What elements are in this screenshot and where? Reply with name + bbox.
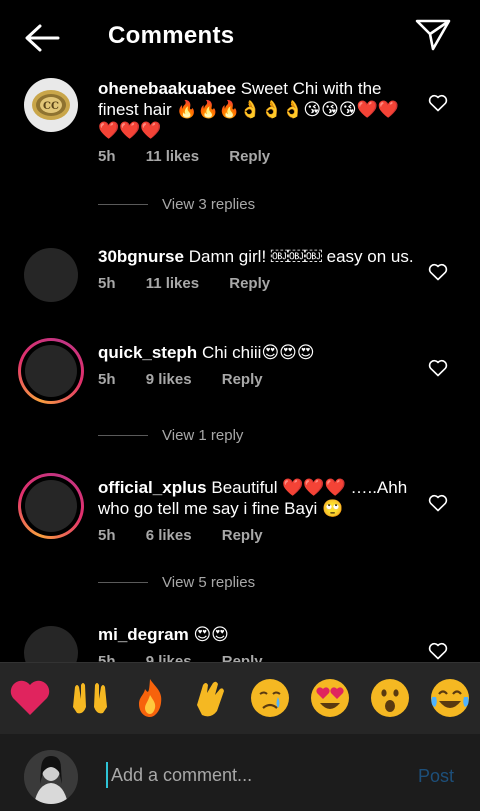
view-replies-button[interactable]: View 3 replies xyxy=(98,196,255,213)
comment-username[interactable]: official_xplus xyxy=(98,478,207,497)
comment-likes[interactable]: 11 likes xyxy=(146,148,199,165)
comment-likes[interactable]: 11 likes xyxy=(146,275,199,292)
avatar-story-ring[interactable] xyxy=(18,473,84,539)
reply-button[interactable]: Reply xyxy=(222,371,263,388)
gold-ring-logo-icon: CC xyxy=(32,90,70,120)
view-replies-button[interactable]: View 5 replies xyxy=(98,574,255,591)
paper-plane-icon[interactable] xyxy=(414,18,452,52)
view-replies-label: View 1 reply xyxy=(162,427,244,444)
comment-meta: 5h 9 likes Reply xyxy=(98,653,289,662)
crying-face-emoji-icon[interactable] xyxy=(249,677,291,719)
avatar-story-ring[interactable] xyxy=(18,338,84,404)
avatar-image xyxy=(25,345,77,397)
comment-time: 5h xyxy=(98,653,116,662)
reply-button[interactable]: Reply xyxy=(222,653,263,662)
comment-body: 😍😍 xyxy=(193,625,229,644)
comment-body: Damn girl! ￼￼￼ easy on us. xyxy=(188,247,414,266)
heart-icon[interactable] xyxy=(428,642,448,660)
comment-composer: Post xyxy=(0,734,480,811)
current-user-avatar xyxy=(24,750,78,804)
divider xyxy=(98,435,148,436)
svg-text:CC: CC xyxy=(43,101,59,112)
comment-username[interactable]: ohenebaakuabee xyxy=(98,79,236,98)
heart-icon[interactable] xyxy=(428,94,448,112)
surprised-face-emoji-icon[interactable] xyxy=(369,677,411,719)
comment-time: 5h xyxy=(98,527,116,544)
comment-username[interactable]: quick_steph xyxy=(98,343,197,362)
emoji-quick-bar xyxy=(0,662,480,734)
comment-text: quick_steph Chi chiii😍😍😍 xyxy=(98,342,416,363)
heart-eyes-emoji-icon[interactable] xyxy=(309,677,351,719)
tears-of-joy-emoji-icon[interactable] xyxy=(429,677,471,719)
red-heart-emoji-icon[interactable] xyxy=(9,677,51,719)
comment-time: 5h xyxy=(98,371,116,388)
heart-icon[interactable] xyxy=(428,494,448,512)
comment-input[interactable] xyxy=(106,762,386,788)
view-replies-label: View 5 replies xyxy=(162,574,256,591)
reply-button[interactable]: Reply xyxy=(222,527,263,544)
page-title: Comments xyxy=(108,22,235,49)
avatar[interactable] xyxy=(24,626,78,662)
comment-likes[interactable]: 6 likes xyxy=(146,527,192,544)
comment-time: 5h xyxy=(98,148,116,165)
comment-likes[interactable]: 9 likes xyxy=(146,371,192,388)
comment-text: mi_degram 😍😍 xyxy=(98,624,416,645)
comment-text: 30bgnurse Damn girl! ￼￼￼ easy on us. xyxy=(98,246,416,267)
comment-text: ohenebaakuabee Sweet Chi with the finest… xyxy=(98,78,416,141)
post-button[interactable]: Post xyxy=(418,766,454,787)
comments-list[interactable]: CC ohenebaakuabee Sweet Chi with the fin… xyxy=(0,72,480,662)
comment-meta: 5h 11 likes Reply xyxy=(98,275,296,292)
user-photo-icon xyxy=(24,750,78,804)
comment-likes[interactable]: 9 likes xyxy=(146,653,192,662)
comment-username[interactable]: 30bgnurse xyxy=(98,247,184,266)
reply-button[interactable]: Reply xyxy=(229,275,270,292)
avatar[interactable] xyxy=(24,248,78,302)
fire-emoji-icon[interactable] xyxy=(129,677,171,719)
comment-meta: 5h 11 likes Reply xyxy=(98,148,296,165)
comment-body: Chi chiii😍😍😍 xyxy=(201,343,315,362)
heart-icon[interactable] xyxy=(428,263,448,281)
arrow-left-icon[interactable] xyxy=(22,22,62,54)
comment-time: 5h xyxy=(98,275,116,292)
avatar[interactable]: CC xyxy=(24,78,78,132)
view-replies-button[interactable]: View 1 reply xyxy=(98,427,243,444)
comment-text: official_xplus Beautiful ❤️❤️❤️ …..Ahh w… xyxy=(98,477,416,519)
comment-meta: 5h 9 likes Reply xyxy=(98,371,289,388)
divider xyxy=(98,204,148,205)
header: Comments xyxy=(0,0,480,72)
comment-meta: 5h 6 likes Reply xyxy=(98,527,289,544)
divider xyxy=(98,582,148,583)
avatar-frame xyxy=(21,476,81,536)
avatar-image xyxy=(25,480,77,532)
view-replies-label: View 3 replies xyxy=(162,196,256,213)
comment-username[interactable]: mi_degram xyxy=(98,625,189,644)
clapping-hands-emoji-icon[interactable] xyxy=(189,677,231,719)
avatar-frame xyxy=(21,341,81,401)
raising-hands-emoji-icon[interactable] xyxy=(69,677,111,719)
heart-icon[interactable] xyxy=(428,359,448,377)
reply-button[interactable]: Reply xyxy=(229,148,270,165)
